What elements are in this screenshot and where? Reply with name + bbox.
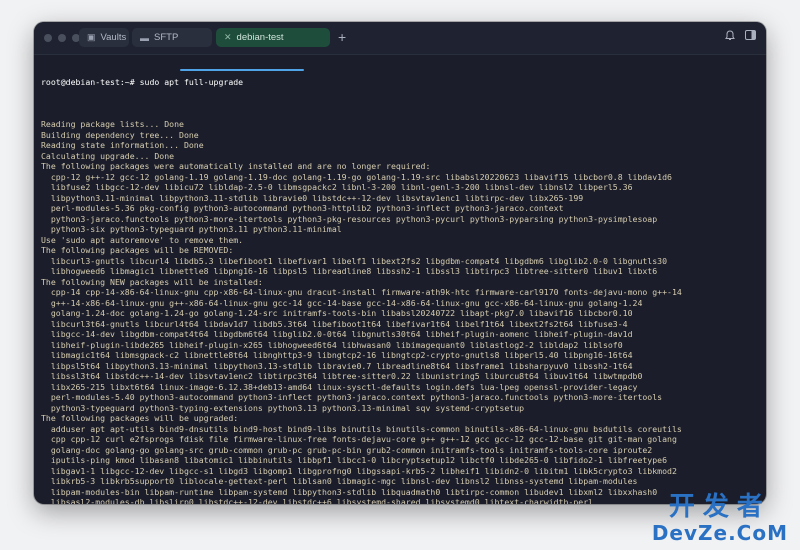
terminal-line: libfuse2 libgcc-12-dev libicu72 libldap-… [41, 182, 633, 192]
folder-icon: ▬ [140, 32, 149, 43]
terminal-line: Use 'sudo apt autoremove' to remove them… [41, 234, 244, 245]
tab-debian-test-label: debian-test [236, 32, 284, 43]
terminal-line: python3-six python3-typeguard python3.11… [41, 224, 342, 234]
title-bar: ▣ Vaults ▬ SFTP ✕ debian-test + [34, 22, 766, 55]
terminal-line: libpython3.11-minimal libpython3.11-stdl… [41, 192, 584, 203]
terminal-line: libssl3t64 libstdc++-14-dev libsvtav1enc… [41, 371, 643, 381]
watermark-latin: DevZe.CoM [651, 521, 788, 545]
terminal-line: The following packages will be upgraded: [41, 413, 239, 423]
watermark-chinese: 开发者 [668, 492, 771, 522]
new-tab-button[interactable]: + [338, 28, 346, 47]
terminal-line: libcurl3t64-gnutls libcurl4t64 libdav1d7… [41, 318, 628, 329]
close-icon[interactable]: ✕ [224, 32, 232, 43]
terminal-line: cpp-14 cpp-14-x86-64-linux-gnu cpp-x86-6… [41, 287, 682, 297]
tab-sftp[interactable]: ▬ SFTP [132, 28, 212, 47]
sidebar-toggle-icon[interactable] [745, 30, 756, 44]
bell-icon[interactable] [725, 30, 735, 44]
terminal-line: golang-doc golang-go golang-src grub-com… [41, 444, 653, 455]
terminal-line: The following packages were automaticall… [41, 161, 431, 171]
terminal-output[interactable]: root@debian-test:~# sudo apt full-upgrad… [41, 56, 762, 504]
tab-vaults-label: Vaults [100, 32, 127, 43]
terminal-line: libx265-215 libxt6t64 linux-image-6.12.3… [41, 381, 638, 392]
terminal-line: python3-typeguard python3-typing-extensi… [41, 402, 525, 413]
terminal-line: libmagic1t64 libmsgpack-c2 libnettle8t64… [41, 350, 633, 360]
terminal-line: Building dependency tree... Done [41, 129, 199, 140]
terminal-line: Reading package lists... Done [41, 119, 184, 129]
tab-debian-test[interactable]: ✕ debian-test [216, 28, 330, 47]
terminal-line: libhogweed6 libmagic1 libnettle8 libpng1… [41, 266, 658, 276]
terminal-line: Calculating upgrade... Done [41, 150, 175, 161]
terminal-line: libgav1-1 libgcc-12-dev libgcc-s1 libgd3… [41, 465, 677, 476]
command-text: sudo apt full-upgrade [134, 77, 244, 87]
terminal-line: libgcc-14-dev libgdbm-compat4t64 libgdbm… [41, 329, 633, 339]
tab-sftp-label: SFTP [154, 32, 179, 43]
terminal-line: libpsl5t64 libpython3.13-minimal libpyth… [41, 360, 633, 371]
window-controls [44, 34, 80, 42]
output-lines: Reading package lists... Done Building de… [41, 119, 762, 504]
terminal-line: g++-14-x86-64-linux-gnu g++-x86-64-linux… [41, 297, 643, 308]
terminal-line: perl-modules-5.36 pkg-config python3-aut… [41, 203, 564, 213]
terminal-line: cpp cpp-12 curl e2fsprogs fdisk file fir… [41, 434, 677, 444]
terminal-line: adduser apt apt-utils bind9-dnsutils bin… [41, 423, 682, 434]
vault-icon: ▣ [87, 32, 96, 42]
terminal-line: libheif-plugin-libde265 libheif-plugin-x… [41, 339, 623, 350]
shell-prompt: root@debian-test:~# [41, 77, 135, 87]
minimize-window-button[interactable] [58, 34, 66, 42]
terminal-line: The following NEW packages will be insta… [41, 276, 263, 287]
terminal-line: cpp-12 g++-12 gcc-12 golang-1.19 golang-… [41, 171, 672, 182]
tab-vaults[interactable]: ▣ Vaults [79, 28, 129, 47]
terminal-line: Reading state information... Done [41, 140, 204, 150]
command-line: root@debian-test:~# sudo apt full-upgrad… [41, 77, 762, 88]
titlebar-actions [725, 30, 756, 44]
terminal-line: The following packages will be REMOVED: [41, 245, 234, 255]
terminal-line: perl-modules-5.40 python3-autocommand py… [41, 392, 663, 402]
terminal-line: iputils-ping kmod libasan8 libatomic1 li… [41, 455, 668, 465]
terminal-window: ▣ Vaults ▬ SFTP ✕ debian-test + root@deb… [34, 22, 766, 504]
terminal-line: libkrb5-3 libkrb5support0 liblocale-gett… [41, 476, 638, 486]
watermark: 开发者 DevZe.CoM [652, 492, 788, 544]
close-window-button[interactable] [44, 34, 52, 42]
terminal-line: golang-1.24-doc golang-1.24-go golang-1.… [41, 308, 633, 318]
terminal-line: python3-jaraco.functools python3-more-it… [41, 213, 658, 224]
command-underline [180, 69, 304, 71]
terminal-line: libcurl3-gnutls libcurl4 libdb5.3 libefi… [41, 255, 668, 266]
